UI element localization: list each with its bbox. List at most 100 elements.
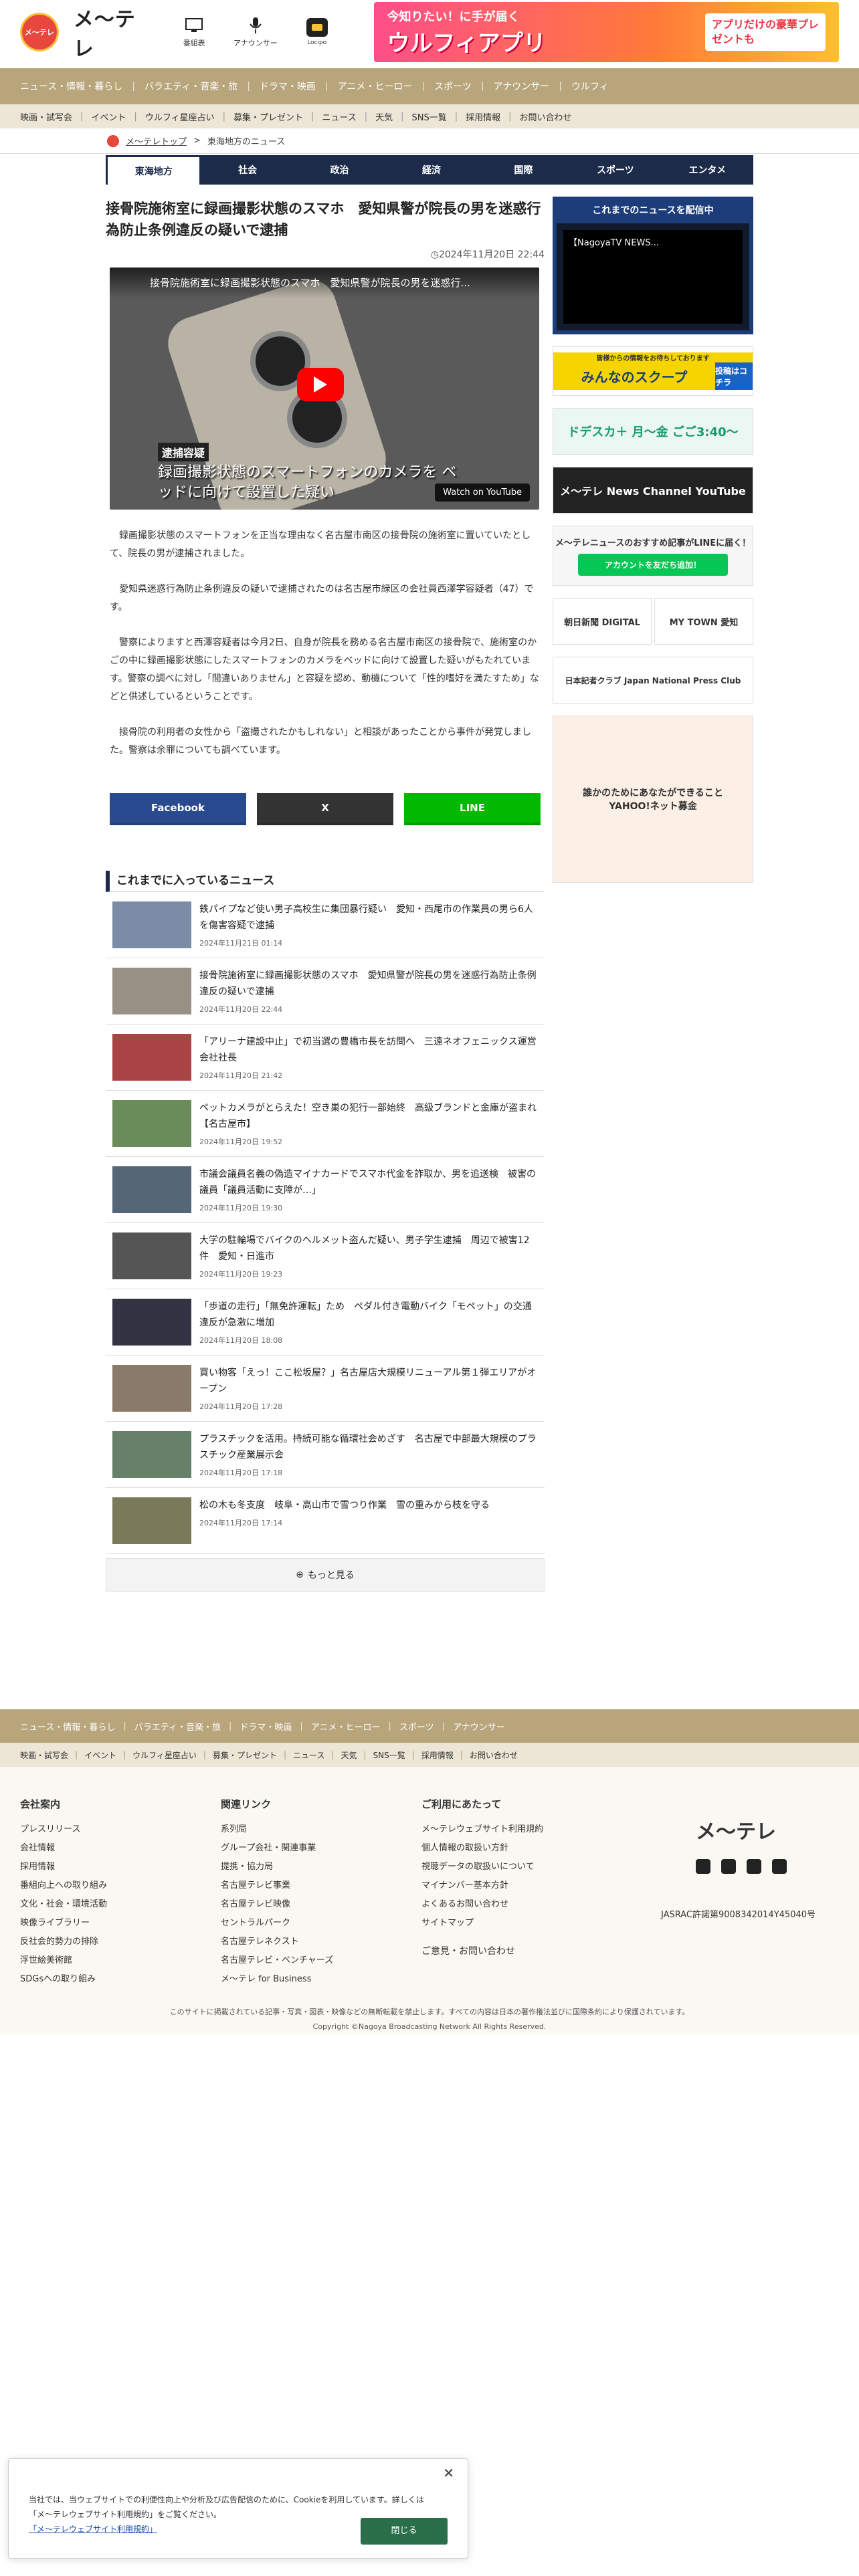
scoop-banner[interactable]: 皆様からの情報をお待ちしております みんなのスクープ 投稿はコチラ — [553, 346, 753, 396]
subnav-item-sns[interactable]: SNS一覧 — [412, 110, 447, 123]
tab-international[interactable]: 国際 — [478, 155, 569, 185]
site-logo[interactable]: メ〜テレ — [74, 3, 157, 62]
news-list-item[interactable]: 「アリーナ建設中止」で初当選の豊橋市長を訪問へ 三遠ネオフェニックス運営会社社長… — [106, 1025, 545, 1091]
footer-subnav-news[interactable]: ニュース — [293, 1749, 324, 1761]
subnav-item-news[interactable]: ニュース — [322, 110, 356, 123]
news-list-item[interactable]: 接骨院施術室に録画撮影状態のスマホ 愛知県警が院長の男を迷惑行為防止条例違反の疑… — [106, 958, 545, 1025]
announcer-link[interactable]: アナウンサー — [232, 16, 279, 48]
footer-link[interactable]: グループ会社・関連事業 — [221, 1839, 333, 1858]
news-title[interactable]: 買い物客「えっ！ここ松坂屋？」名古屋店大規模リニューアル第１弾エリアがオープン — [199, 1365, 538, 1397]
footer-link[interactable]: プレスリリース — [20, 1820, 107, 1839]
news-list-item[interactable]: 市議会議員名義の偽造マイナカードでスマホ代金を詐取か、男を追送検 被害の議員「議… — [106, 1157, 545, 1223]
footer-link[interactable]: マイナンバー基本方針 — [421, 1876, 543, 1895]
mytown-banner[interactable]: MY TOWN 愛知 — [654, 598, 753, 645]
news-title[interactable]: 接骨院施術室に録画撮影状態のスマホ 愛知県警が院長の男を迷惑行為防止条例違反の疑… — [199, 968, 538, 1000]
footer-link[interactable]: メ〜テレ for Business — [221, 1970, 333, 1989]
news-title[interactable]: プラスチックを活用。持続可能な循環社会めざす 名古屋で中部最大規模のプラスチック… — [199, 1431, 538, 1463]
footer-link[interactable]: 名古屋テレビ・ベンチャーズ — [221, 1951, 333, 1970]
footer-link[interactable]: SDGsへの取り組み — [20, 1970, 107, 1989]
footer-subnav-sns[interactable]: SNS一覧 — [373, 1749, 405, 1761]
nav-item-news[interactable]: ニュース・情報・暮らし — [20, 80, 122, 93]
youtube-channel-banner[interactable]: メ〜テレ News Channel YouTube — [553, 467, 753, 514]
footer-link[interactable]: よくあるお問い合わせ — [421, 1895, 543, 1914]
app-promo-banner[interactable]: 今知りたい！に手が届く ウルフィアプリ アプリだけの豪華プレゼントも — [373, 2, 840, 62]
footer-link[interactable]: 系列局 — [221, 1820, 333, 1839]
footer-logo[interactable]: メ〜テレ — [696, 1815, 776, 1844]
news-title[interactable]: 市議会議員名義の偽造マイナカードでスマホ代金を詐取か、男を追送検 被害の議員「議… — [199, 1166, 538, 1198]
tab-society[interactable]: 社会 — [201, 155, 293, 185]
footer-link[interactable]: 会社情報 — [20, 1839, 107, 1858]
news-list-item[interactable]: 「歩道の走行」「無免許運転」ため ペダル付き電動バイク「モペット」の交通違反が急… — [106, 1289, 545, 1356]
footer-nav-anime[interactable]: アニメ・ヒーロー — [311, 1720, 381, 1733]
footer-nav-sports[interactable]: スポーツ — [399, 1720, 434, 1733]
watch-on-youtube-button[interactable]: Watch on YouTube — [435, 484, 530, 502]
news-title[interactable]: 大学の駐輪場でバイクのヘルメット盗んだ疑い、男子学生逮捕 周辺で被害12件 愛知… — [199, 1232, 538, 1265]
news-list-item[interactable]: 鉄パイプなど使い男子高校生に集団暴行疑い 愛知・西尾市の作業員の男ら6人を傷害容… — [106, 892, 545, 958]
news-title[interactable]: ペットカメラがとらえた！空き巣の犯行一部始終 高級ブランドと金庫が盗まれ【名古屋… — [199, 1100, 538, 1132]
footer-subnav-movie[interactable]: 映画・試写会 — [20, 1749, 68, 1761]
nav-item-anime[interactable]: アニメ・ヒーロー — [338, 80, 413, 93]
footer-link[interactable]: 名古屋テレビ事業 — [221, 1876, 333, 1895]
footer-link[interactable]: 浮世絵美術館 — [20, 1951, 107, 1970]
footer-link[interactable]: 名古屋テレビ映像 — [221, 1895, 333, 1914]
subnav-item-movie[interactable]: 映画・試写会 — [20, 110, 72, 123]
tv-guide-link[interactable]: 番組表 — [171, 16, 217, 48]
footer-nav-announcer[interactable]: アナウンサー — [453, 1720, 505, 1733]
news-title[interactable]: 「歩道の走行」「無免許運転」ため ペダル付き電動バイク「モペット」の交通違反が急… — [199, 1299, 538, 1331]
sidebar-video[interactable]: 【NagoyaTV NEWS... — [553, 223, 753, 334]
tiktok-icon[interactable] — [772, 1859, 787, 1874]
tab-sports[interactable]: スポーツ — [569, 155, 661, 185]
footer-subnav-event[interactable]: イベント — [84, 1749, 116, 1761]
breadcrumb-home[interactable]: メ〜テレトップ — [126, 134, 187, 147]
cookie-terms-link[interactable]: 「メ〜テレウェブサイト利用規約」 — [29, 2525, 157, 2534]
nav-item-wolfy[interactable]: ウルフィ — [571, 80, 609, 93]
sidebar-video-player[interactable]: 【NagoyaTV NEWS... — [563, 230, 743, 324]
footer-contact-link[interactable]: ご意見・お問い合わせ — [421, 1942, 543, 1961]
footer-link[interactable]: メ〜テレウェブサイト利用規約 — [421, 1820, 543, 1839]
line-add-friend-button[interactable]: アカウントを友だち追加！ — [577, 554, 728, 576]
footer-subnav-contact[interactable]: お問い合わせ — [470, 1749, 518, 1761]
nav-item-sports[interactable]: スポーツ — [434, 80, 472, 93]
tab-politics[interactable]: 政治 — [294, 155, 385, 185]
footer-link[interactable]: 提携・協力局 — [221, 1858, 333, 1876]
subnav-item-event[interactable]: イベント — [91, 110, 126, 123]
locipo-link[interactable]: Locipo — [294, 18, 341, 46]
cookie-close-button[interactable]: 閉じる — [361, 2518, 448, 2545]
footer-subnav-horoscope[interactable]: ウルフィ星座占い — [132, 1749, 197, 1761]
tab-economy[interactable]: 経済 — [385, 155, 477, 185]
dodesuka-banner[interactable]: ドデスカ＋ 月〜金 ごご3:40〜 — [553, 408, 753, 455]
footer-link[interactable]: サイトマップ — [421, 1914, 543, 1933]
footer-link[interactable]: 映像ライブラリー — [20, 1914, 107, 1933]
subnav-item-recruit[interactable]: 採用情報 — [466, 110, 500, 123]
nav-item-drama[interactable]: ドラマ・映画 — [260, 80, 316, 93]
subnav-item-weather[interactable]: 天気 — [375, 110, 393, 123]
footer-nav-news[interactable]: ニュース・情報・暮らし — [20, 1720, 115, 1733]
x-icon[interactable] — [696, 1859, 710, 1874]
youtube-icon[interactable] — [721, 1859, 736, 1874]
subnav-item-contact[interactable]: お問い合わせ — [520, 110, 572, 123]
footer-link[interactable]: 個人情報の取扱い方針 — [421, 1839, 543, 1858]
share-line-button[interactable]: LINE — [404, 793, 541, 825]
mascot-logo[interactable]: メ〜テレ — [20, 13, 59, 51]
tab-tokai[interactable]: 東海地方 — [106, 155, 202, 185]
footer-link[interactable]: セントラルパーク — [221, 1914, 333, 1933]
footer-link[interactable]: 文化・社会・環境活動 — [20, 1895, 107, 1914]
share-facebook-button[interactable]: Facebook — [110, 793, 246, 825]
close-icon[interactable]: ✕ — [443, 2466, 454, 2480]
footer-link[interactable]: 反社会的勢力の排除 — [20, 1933, 107, 1951]
nav-item-announcer[interactable]: アナウンサー — [494, 80, 550, 93]
news-list-item[interactable]: 買い物客「えっ！ここ松坂屋？」名古屋店大規模リニューアル第１弾エリアがオープン 2… — [106, 1356, 545, 1422]
footer-link[interactable]: 名古屋テレネクスト — [221, 1933, 333, 1951]
tab-entertainment[interactable]: エンタメ — [662, 155, 753, 185]
footer-subnav-present[interactable]: 募集・プレゼント — [213, 1749, 277, 1761]
news-title[interactable]: 「アリーナ建設中止」で初当選の豊橋市長を訪問へ 三遠ネオフェニックス運営会社社長 — [199, 1034, 538, 1066]
subnav-item-present[interactable]: 募集・プレゼント — [233, 110, 303, 123]
asahi-banner[interactable]: 朝日新聞 DIGITAL — [553, 598, 652, 645]
share-x-button[interactable]: X — [257, 793, 393, 825]
news-list-item[interactable]: ペットカメラがとらえた！空き巣の犯行一部始終 高級ブランドと金庫が盗まれ【名古屋… — [106, 1091, 545, 1157]
footer-link[interactable]: 視聴データの取扱いについて — [421, 1858, 543, 1876]
line-icon[interactable] — [747, 1859, 761, 1874]
footer-nav-variety[interactable]: バラエティ・音楽・旅 — [134, 1720, 221, 1733]
news-list-item[interactable]: 大学の駐輪場でバイクのヘルメット盗んだ疑い、男子学生逮捕 周辺で被害12件 愛知… — [106, 1223, 545, 1289]
footer-subnav-weather[interactable]: 天気 — [341, 1749, 357, 1761]
